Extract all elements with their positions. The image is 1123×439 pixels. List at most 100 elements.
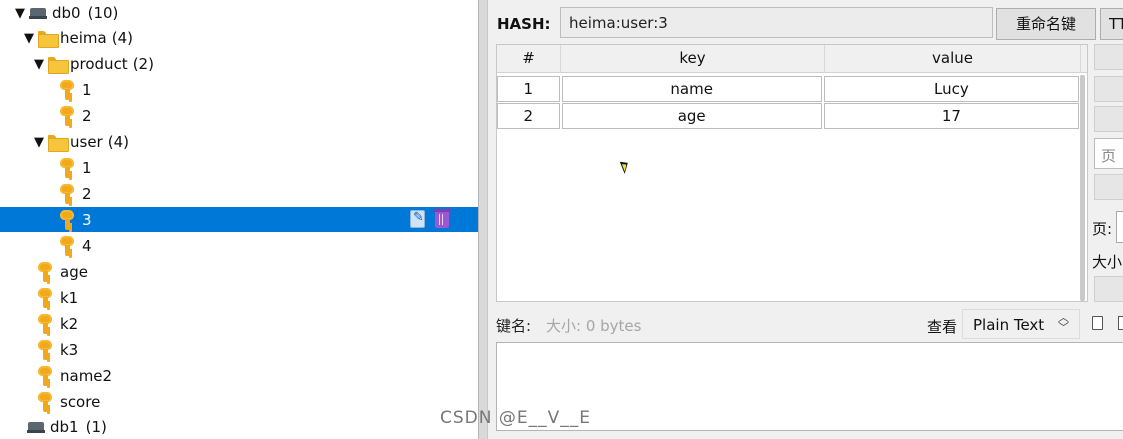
copy-icon[interactable] xyxy=(1092,316,1103,330)
tree-key-user-3-selected[interactable]: 3 xyxy=(0,207,478,232)
tree-node-user[interactable]: ▼ user (4) xyxy=(0,129,478,155)
tree-node-label: db0 xyxy=(52,4,81,22)
tree-node-label: db1 xyxy=(50,418,79,436)
table-cell-value[interactable]: Lucy xyxy=(823,76,1079,102)
expand-arrow-icon[interactable]: ▼ xyxy=(22,31,36,46)
tree-key-label: k1 xyxy=(60,289,79,307)
key-tree[interactable]: ▼ db0 (10) ▼ heima (4) ▼ product (2) 1 2… xyxy=(0,0,478,439)
page-filter-input[interactable]: 页 xyxy=(1094,138,1123,169)
view-as-label: 查看 xyxy=(927,318,958,336)
add-row-button[interactable] xyxy=(1094,44,1123,70)
folder-icon xyxy=(48,134,69,152)
table-cell-index[interactable]: 1 xyxy=(497,76,560,102)
edit-icon[interactable] xyxy=(410,210,425,228)
column-header-key[interactable]: key xyxy=(561,45,825,73)
tree-node-label: product xyxy=(70,55,128,73)
format-select-value: Plain Text xyxy=(973,316,1045,334)
tree-key-label: 3 xyxy=(82,210,92,229)
tree-node-label: user xyxy=(70,133,103,151)
table-cell-value[interactable]: 17 xyxy=(823,103,1079,129)
table-header: # key value xyxy=(497,45,1087,73)
table-cell-key[interactable]: name xyxy=(561,76,822,102)
tree-key-label: k2 xyxy=(60,315,79,333)
folder-icon xyxy=(38,30,59,48)
hash-value-table[interactable]: # key value 1 name Lucy 2 age 17 xyxy=(496,44,1088,302)
tree-key-label: 2 xyxy=(82,185,92,203)
tree-node-count: (4) xyxy=(107,133,129,151)
tree-node-product[interactable]: ▼ product (2) xyxy=(0,51,478,77)
key-icon xyxy=(38,366,52,386)
page-size-label: 大小 xyxy=(1092,253,1123,271)
tree-key-label: 1 xyxy=(82,81,92,99)
tree-key-user-2[interactable]: 2 xyxy=(0,181,478,207)
tree-key-score[interactable]: score xyxy=(0,389,478,415)
tree-key-name2[interactable]: name2 xyxy=(0,363,478,389)
tree-key-age[interactable]: age xyxy=(0,259,478,285)
value-detail-panel: HASH: heima:user:3 重命名键 TTL # key value … xyxy=(488,0,1123,439)
save-icon[interactable] xyxy=(1118,316,1123,330)
column-header-index[interactable]: # xyxy=(497,45,561,73)
tree-node-count: (2) xyxy=(132,55,154,73)
tree-node-count: (1) xyxy=(85,418,107,436)
tree-key-label: 2 xyxy=(82,107,92,125)
tree-key-user-4[interactable]: 4 xyxy=(0,233,478,259)
key-name-field[interactable]: heima:user:3 xyxy=(560,7,993,38)
expand-arrow-icon[interactable]: ▼ xyxy=(32,57,46,72)
key-icon xyxy=(60,236,74,256)
tree-key-k1[interactable]: k1 xyxy=(0,285,478,311)
key-icon xyxy=(60,106,74,126)
rename-key-button[interactable]: 重命名键 xyxy=(996,8,1096,40)
key-icon xyxy=(38,392,52,412)
tree-key-label: 4 xyxy=(82,237,92,255)
tree-node-db0[interactable]: ▼ db0 (10) xyxy=(0,0,478,26)
folder-icon xyxy=(48,56,69,74)
load-more-button[interactable] xyxy=(1094,276,1123,302)
expand-arrow-icon[interactable]: ▼ xyxy=(32,135,46,150)
tree-node-label: heima xyxy=(60,29,107,47)
tree-key-label: score xyxy=(60,393,101,411)
tree-key-label: age xyxy=(60,263,88,281)
table-cell-index[interactable]: 2 xyxy=(497,103,560,129)
key-icon xyxy=(60,209,74,230)
format-select[interactable]: Plain Text ︿ ﹀ xyxy=(962,309,1080,339)
tree-key-product-2[interactable]: 2 xyxy=(0,103,478,129)
expand-arrow-icon[interactable]: ▼ xyxy=(13,6,27,21)
filter-button[interactable] xyxy=(1094,174,1123,200)
ttl-button[interactable]: TTL xyxy=(1100,8,1123,40)
reload-button[interactable] xyxy=(1094,106,1123,132)
tree-key-user-1[interactable]: 1 xyxy=(0,155,478,181)
tree-key-label: name2 xyxy=(60,367,113,385)
column-header-value[interactable]: value xyxy=(825,45,1081,73)
database-icon xyxy=(29,7,47,19)
key-type-label: HASH: xyxy=(497,15,551,33)
tree-key-label: 1 xyxy=(82,159,92,177)
tree-node-count: (4) xyxy=(111,29,133,47)
key-icon xyxy=(38,288,52,308)
delete-row-button[interactable] xyxy=(1094,76,1123,102)
value-key-name-label: 键名: xyxy=(496,317,532,335)
key-icon xyxy=(60,184,74,204)
key-icon xyxy=(60,158,74,178)
value-size-label: 大小: 0 bytes xyxy=(546,317,642,335)
trash-icon[interactable] xyxy=(433,209,451,228)
table-cell-key[interactable]: age xyxy=(561,103,822,129)
table-row[interactable]: 2 age 17 xyxy=(497,103,1081,129)
panel-splitter[interactable] xyxy=(478,0,488,439)
chevron-updown-icon: ︿ ﹀ xyxy=(1058,311,1069,334)
database-icon xyxy=(27,421,45,433)
tree-key-k3[interactable]: k3 xyxy=(0,337,478,363)
key-icon xyxy=(38,314,52,334)
key-icon xyxy=(60,80,74,100)
tree-key-label: k3 xyxy=(60,341,79,359)
tree-node-count: (10) xyxy=(87,4,119,22)
table-row[interactable]: 1 name Lucy xyxy=(497,76,1081,102)
table-scrollbar[interactable] xyxy=(1080,75,1085,301)
key-icon xyxy=(38,340,52,360)
key-icon xyxy=(38,262,52,282)
tree-node-heima[interactable]: ▼ heima (4) xyxy=(0,25,478,51)
tree-key-product-1[interactable]: 1 xyxy=(0,77,478,103)
watermark: CSDN @E__V__E xyxy=(440,408,591,428)
tree-key-k2[interactable]: k2 xyxy=(0,311,478,337)
tree-node-db1[interactable]: db1 (1) xyxy=(0,414,478,439)
page-number-input[interactable] xyxy=(1116,211,1123,243)
